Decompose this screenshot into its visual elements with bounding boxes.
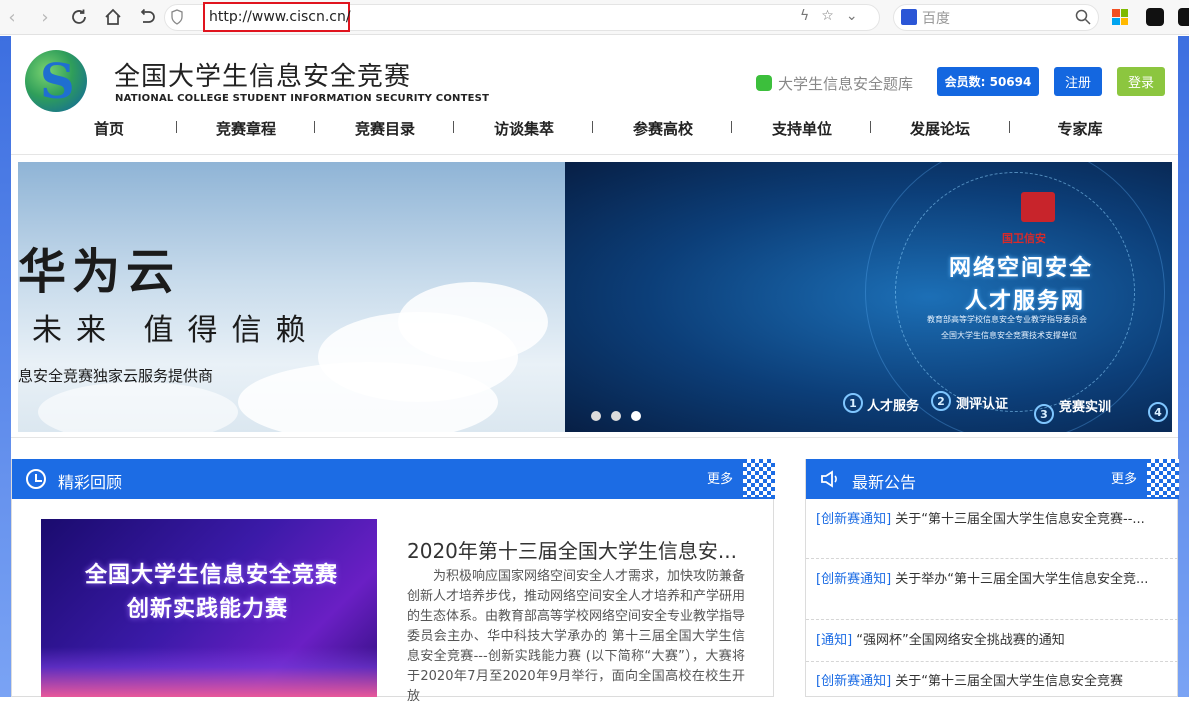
login-button[interactable]: 登录 [1117, 67, 1165, 96]
nav-universities[interactable]: 参赛高校 [633, 118, 693, 139]
checker-decoration [743, 459, 775, 497]
nav-catalog[interactable]: 竞赛目录 [355, 118, 415, 139]
notice-tag[interactable]: [创新赛通知] [816, 572, 891, 587]
banner-slide-talent-service[interactable]: 国卫信安 网络空间安全 人才服务网 教育部高等学校信息安全专业教学指导委员会 全… [565, 162, 1172, 432]
thumbnail-line-1: 全国大学生信息安全竞赛 [85, 563, 339, 588]
browser-toolbar: ‹ › http://www.ciscn.cn/ ϟ ☆ ⌄ 百度 [0, 0, 1189, 35]
notice-panel-header: 最新公告 更多 [806, 459, 1179, 499]
carousel-dot-2[interactable] [611, 411, 621, 421]
question-bank-link[interactable]: 大学生信息安全题库 [778, 73, 913, 94]
search-icon[interactable] [1075, 9, 1091, 25]
shield-icon[interactable] [170, 9, 184, 25]
forward-icon[interactable]: › [33, 5, 57, 29]
feature-label: 人才服务 [867, 399, 920, 414]
notice-item[interactable]: [创新赛通知] 关于“第十三届全国大学生信息安全竞赛--... [816, 509, 1161, 531]
feature-number: 1 [843, 393, 863, 413]
url-text: http://www.ciscn.cn/ [209, 9, 351, 25]
nav-separator [453, 121, 454, 133]
banner-right-title-2: 人才服务网 [965, 288, 1086, 314]
nav-supporters[interactable]: 支持单位 [772, 118, 832, 139]
nav-forum[interactable]: 发展论坛 [910, 118, 970, 139]
thumbnail-line-2: 创新实践能力赛 [127, 597, 289, 622]
banner-right-sub-2: 全国大学生信息安全竞赛技术支撑单位 [941, 331, 1077, 340]
url-input[interactable]: http://www.ciscn.cn/ [203, 2, 351, 32]
notice-panel-title: 最新公告 [852, 473, 917, 492]
article-title[interactable]: 2020年第十三届全国大学生信息安... [407, 535, 737, 564]
feature-number: 2 [931, 391, 951, 411]
site-subtitle: NATIONAL COLLEGE STUDENT INFORMATION SEC… [115, 93, 490, 104]
banner-slogan: 未来 值得信赖 [32, 313, 320, 348]
baidu-paw-icon [901, 9, 917, 25]
carousel-dot-3[interactable] [631, 411, 641, 421]
notice-separator [806, 558, 1178, 559]
nav-separator [314, 121, 315, 133]
banner-slide-huawei-cloud[interactable]: 华为云 未来 值得信赖 息安全竞赛独家云服务提供商 [18, 162, 565, 432]
member-count-button[interactable]: 会员数: 50694 [937, 67, 1039, 96]
apps-icon[interactable] [1112, 9, 1128, 25]
nav-home[interactable]: 首页 [94, 118, 124, 139]
nav-separator [731, 121, 732, 133]
logo-s-mark-icon: S [40, 54, 75, 110]
home-icon[interactable] [101, 5, 125, 29]
guowei-brand: 国卫信安 [1002, 232, 1046, 245]
feature-number: 4 [1148, 402, 1168, 422]
notice-separator [806, 661, 1178, 662]
review-panel-header: 精彩回顾 更多 [12, 459, 775, 499]
nav-experts[interactable]: 专家库 [1057, 118, 1102, 139]
wechat-icon [756, 75, 772, 91]
notice-text[interactable]: 关于“第十三届全国大学生信息安全竞赛 [891, 674, 1123, 689]
nav-interviews[interactable]: 访谈集萃 [494, 118, 554, 139]
notice-text[interactable]: “强网杯”全国网络安全挑战赛的通知 [852, 633, 1064, 648]
page-edge-right [1178, 36, 1189, 697]
page-edge-left [0, 36, 11, 697]
review-more-link[interactable]: 更多 [707, 468, 733, 487]
notice-item[interactable]: [通知] “强网杯”全国网络安全挑战赛的通知 [816, 630, 1161, 652]
review-thumbnail[interactable]: 全国大学生信息安全竞赛 创新实践能力赛 [41, 519, 377, 697]
banner-carousel[interactable]: 华为云 未来 值得信赖 息安全竞赛独家云服务提供商 国卫信安 网络空间安全 人才… [18, 162, 1172, 432]
clock-icon [26, 469, 46, 489]
site-title: 全国大学生信息安全竞赛 [114, 62, 412, 92]
skyline-decoration [41, 647, 377, 697]
reload-icon[interactable] [67, 5, 91, 29]
banner-right-title-1: 网络空间安全 [949, 255, 1094, 281]
notice-item[interactable]: [创新赛通知] 关于“第十三届全国大学生信息安全竞赛 [816, 671, 1161, 693]
review-panel-title: 精彩回顾 [58, 473, 123, 492]
carousel-dot-1[interactable] [591, 411, 601, 421]
banner-headline: 华为云 [18, 244, 181, 300]
extension-icon-2[interactable] [1178, 8, 1189, 26]
undo-icon[interactable] [135, 5, 159, 29]
notice-tag[interactable]: [创新赛通知] [816, 674, 891, 689]
main-nav: 首页 竞赛章程 竞赛目录 访谈集萃 参赛高校 支持单位 发展论坛 专家库 [40, 118, 1140, 142]
banner-right-sub-1: 教育部高等学校信息安全专业教学指导委员会 [927, 315, 1087, 324]
banner-caption: 息安全竞赛独家云服务提供商 [18, 367, 214, 385]
chevron-down-icon[interactable]: ⌄ [846, 8, 858, 24]
speaker-icon [821, 470, 837, 488]
guowei-logo-icon [1021, 192, 1055, 222]
notice-item[interactable]: [创新赛通知] 关于举办“第十三届全国大学生信息安全竞... [816, 569, 1161, 591]
register-button[interactable]: 注册 [1054, 67, 1102, 96]
feature-label: 竞赛实训 [1059, 400, 1112, 415]
feature-label: 测评认证 [956, 397, 1009, 412]
notice-tag[interactable]: [创新赛通知] [816, 512, 891, 527]
lightning-icon[interactable]: ϟ [800, 8, 809, 24]
back-icon[interactable]: ‹ [0, 5, 24, 29]
extension-icon[interactable] [1146, 8, 1164, 26]
section-divider [11, 437, 1178, 438]
notice-separator [806, 619, 1178, 620]
notice-tag[interactable]: [通知] [816, 633, 852, 648]
article-summary: 为积极响应国家网络空间安全人才需求，加快攻防兼备创新人才培养步伐，推动网络空间安… [407, 569, 746, 704]
checker-decoration [1147, 459, 1179, 497]
nav-separator [592, 121, 593, 133]
star-icon[interactable]: ☆ [821, 8, 834, 24]
feature-number: 3 [1034, 404, 1054, 424]
nav-separator [176, 121, 177, 133]
nav-separator [870, 121, 871, 133]
header-divider [11, 154, 1178, 155]
nav-rules[interactable]: 竞赛章程 [216, 118, 276, 139]
nav-separator [1009, 121, 1010, 133]
notice-text[interactable]: 关于举办“第十三届全国大学生信息安全竞... [891, 572, 1148, 587]
notice-text[interactable]: 关于“第十三届全国大学生信息安全竞赛--... [891, 512, 1145, 527]
notice-more-link[interactable]: 更多 [1111, 468, 1137, 487]
search-placeholder[interactable]: 百度 [922, 8, 950, 28]
